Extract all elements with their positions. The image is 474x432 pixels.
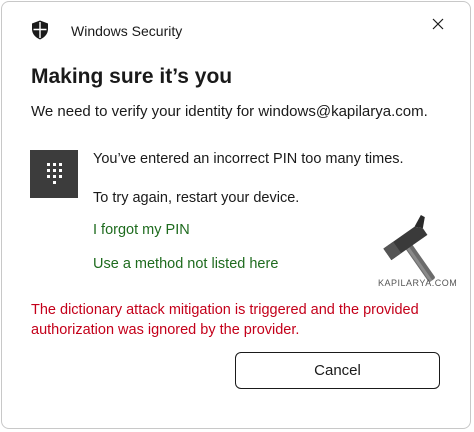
close-button[interactable] [426,12,450,36]
error-message: The dictionary attack mitigation is trig… [31,302,419,338]
pin-keypad-icon [30,150,78,198]
shield-icon [32,20,48,40]
close-icon [432,18,444,30]
windows-security-dialog: Windows Security Making sure it’s you We… [1,1,471,429]
title-bar[interactable]: Windows Security [2,2,470,54]
watermark-text: KAPILARYA.COM [378,278,458,288]
other-method-link[interactable]: Use a method not listed here [93,256,278,272]
incorrect-pin-message: You’ve entered an incorrect PIN too many… [93,151,404,167]
dialog-heading: Making sure it’s you [31,65,233,88]
forgot-pin-link[interactable]: I forgot my PIN [93,222,190,238]
cancel-button[interactable]: Cancel [235,352,440,389]
app-title: Windows Security [71,23,183,39]
identity-subtitle: We need to verify your identity for wind… [31,103,428,120]
restart-message: To try again, restart your device. [93,190,300,206]
